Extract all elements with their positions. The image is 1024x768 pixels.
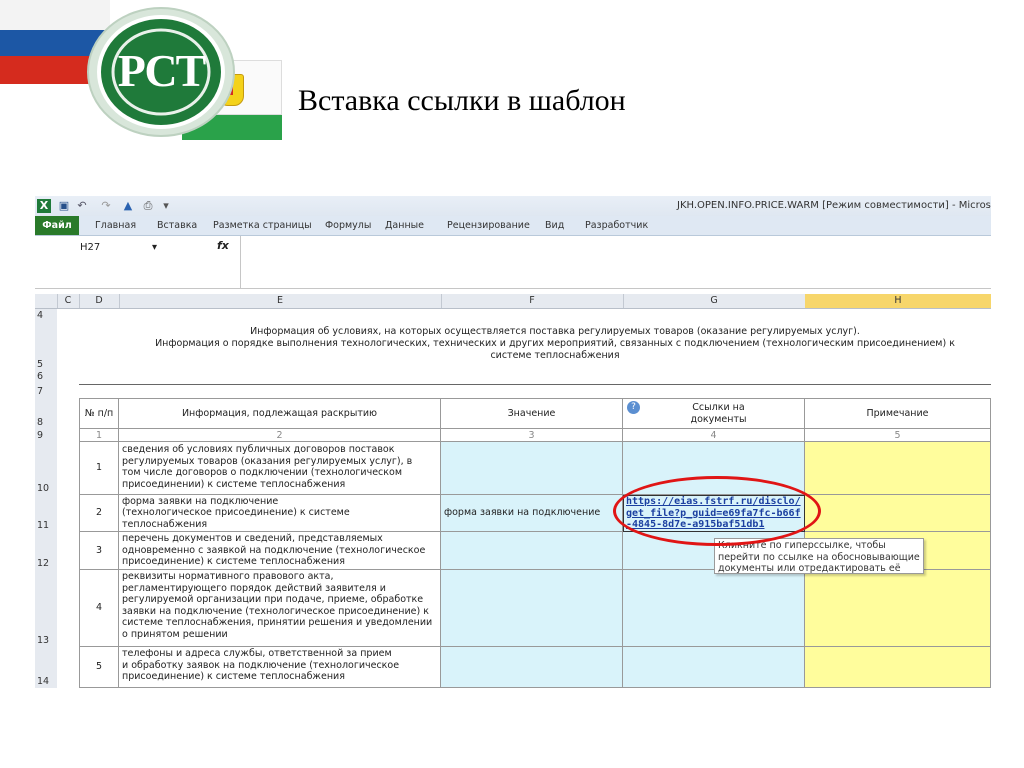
highlight-ellipse xyxy=(613,476,821,546)
header-note: Примечание xyxy=(805,398,991,429)
table-row-4-num[interactable]: 4 xyxy=(79,570,119,647)
column-header-g[interactable]: G xyxy=(623,294,806,308)
tab-review[interactable]: Рецензирование xyxy=(447,220,530,231)
row-header-14[interactable]: 14 xyxy=(35,647,57,688)
excel-icon: X xyxy=(37,199,51,213)
slide-title: Вставка ссылки в шаблон xyxy=(298,84,626,117)
table-row-4-note[interactable] xyxy=(805,570,991,647)
section-title-line2: Информация о порядке выполнения технолог… xyxy=(155,338,955,361)
colnum-4: 4 xyxy=(623,429,805,442)
table-row-2-note[interactable] xyxy=(805,495,991,532)
row-header-4[interactable]: 4 xyxy=(35,309,57,323)
header-links: ? Ссылки на документы xyxy=(623,398,805,429)
row-header-8[interactable]: 8 xyxy=(35,398,57,430)
redo-icon[interactable]: ↷ xyxy=(99,199,113,213)
header-num: № п/п xyxy=(79,398,119,429)
tab-insert[interactable]: Вставка xyxy=(157,220,197,231)
row-header-10[interactable]: 10 xyxy=(35,442,57,496)
tab-page-layout[interactable]: Разметка страницы xyxy=(213,220,312,231)
function-icon[interactable]: fx xyxy=(217,239,229,252)
tab-formulas[interactable]: Формулы xyxy=(325,220,371,231)
table-row-5-value[interactable] xyxy=(441,647,623,688)
tab-data[interactable]: Данные xyxy=(385,220,424,231)
quick-access-toolbar: X ▣ ↶ ↷ ▲ ⎙ ▾ JKH.OPEN.INFO.PRICE.WARM [… xyxy=(35,196,991,216)
table-row-2-value[interactable]: форма заявки на подключение xyxy=(441,495,623,532)
excel-window: X ▣ ↶ ↷ ▲ ⎙ ▾ JKH.OPEN.INFO.PRICE.WARM [… xyxy=(35,196,991,688)
column-header-f[interactable]: F xyxy=(441,294,624,308)
row-header-9[interactable]: 9 xyxy=(35,429,57,443)
table-row-3-num[interactable]: 3 xyxy=(79,532,119,570)
chart-icon[interactable]: ▲ xyxy=(121,199,135,213)
table-row-3-info[interactable]: перечень документов и сведений, представ… xyxy=(119,532,441,570)
ribbon-tabs: Файл Главная Вставка Разметка страницы Ф… xyxy=(35,216,991,236)
formula-input[interactable] xyxy=(240,236,991,288)
row-header-11[interactable]: 11 xyxy=(35,495,57,533)
tab-view[interactable]: Вид xyxy=(545,220,564,231)
table-row-2-num[interactable]: 2 xyxy=(79,495,119,532)
colnum-3: 3 xyxy=(441,429,623,442)
save-icon[interactable]: ▣ xyxy=(57,199,71,213)
name-box[interactable]: H27 ▾ xyxy=(80,240,170,255)
select-all-corner[interactable] xyxy=(35,294,58,308)
header-value: Значение xyxy=(441,398,623,429)
tab-home[interactable]: Главная xyxy=(95,220,136,231)
info-icon[interactable]: ? xyxy=(627,401,640,414)
row-header-5[interactable]: 5 xyxy=(35,322,57,372)
logo-text: РСТ xyxy=(117,45,207,96)
print-icon[interactable]: ⎙ xyxy=(141,199,155,213)
section-divider xyxy=(79,384,991,385)
table-row-1-num[interactable]: 1 xyxy=(79,442,119,495)
rst-logo: РСТ xyxy=(86,6,236,138)
column-header-h[interactable]: H xyxy=(805,294,991,308)
undo-icon[interactable]: ↶ xyxy=(75,199,89,213)
table-row-1-value[interactable] xyxy=(441,442,623,495)
table-row-4-info[interactable]: реквизиты нормативного правового акта, р… xyxy=(119,570,441,647)
header-info: Информация, подлежащая раскрытию xyxy=(119,398,441,429)
table-row-1-info[interactable]: сведения об условиях публичных договоров… xyxy=(119,442,441,495)
row-header-7[interactable]: 7 xyxy=(35,383,57,399)
table-row-3-value[interactable] xyxy=(441,532,623,570)
formula-bar: H27 ▾ fx xyxy=(35,236,991,289)
table-row-2-info[interactable]: форма заявки на подключение (технологиче… xyxy=(119,495,441,532)
table-row-1-note[interactable] xyxy=(805,442,991,495)
chevron-down-icon[interactable]: ▾ xyxy=(152,240,157,255)
table-row-4-value[interactable] xyxy=(441,570,623,647)
tab-file[interactable]: Файл xyxy=(35,216,79,235)
customize-toolbar-icon[interactable]: ▾ xyxy=(159,199,173,213)
table-row-5-link[interactable] xyxy=(623,647,805,688)
tab-developer[interactable]: Разработчик xyxy=(585,220,648,231)
column-headers: C D E F G H xyxy=(35,294,991,309)
table-row-4-link[interactable] xyxy=(623,570,805,647)
table-row-5-note[interactable] xyxy=(805,647,991,688)
section-title: Информация об условиях, на которых осуще… xyxy=(119,326,991,362)
row-header-13[interactable]: 13 xyxy=(35,570,57,648)
colnum-1: 1 xyxy=(79,429,119,442)
window-title: JKH.OPEN.INFO.PRICE.WARM [Режим совмести… xyxy=(677,200,991,211)
header-links-label: Ссылки на документы xyxy=(690,402,747,425)
column-header-d[interactable]: D xyxy=(79,294,120,308)
table-row-5-num[interactable]: 5 xyxy=(79,647,119,688)
column-header-e[interactable]: E xyxy=(119,294,442,308)
name-box-value: H27 xyxy=(80,242,101,253)
colnum-2: 2 xyxy=(119,429,441,442)
colnum-5: 5 xyxy=(805,429,991,442)
row-header-12[interactable]: 12 xyxy=(35,532,57,571)
column-header-c[interactable]: C xyxy=(57,294,80,308)
section-title-line1: Информация об условиях, на которых осуще… xyxy=(250,326,860,337)
table-row-5-info[interactable]: телефоны и адреса службы, ответственной … xyxy=(119,647,441,688)
